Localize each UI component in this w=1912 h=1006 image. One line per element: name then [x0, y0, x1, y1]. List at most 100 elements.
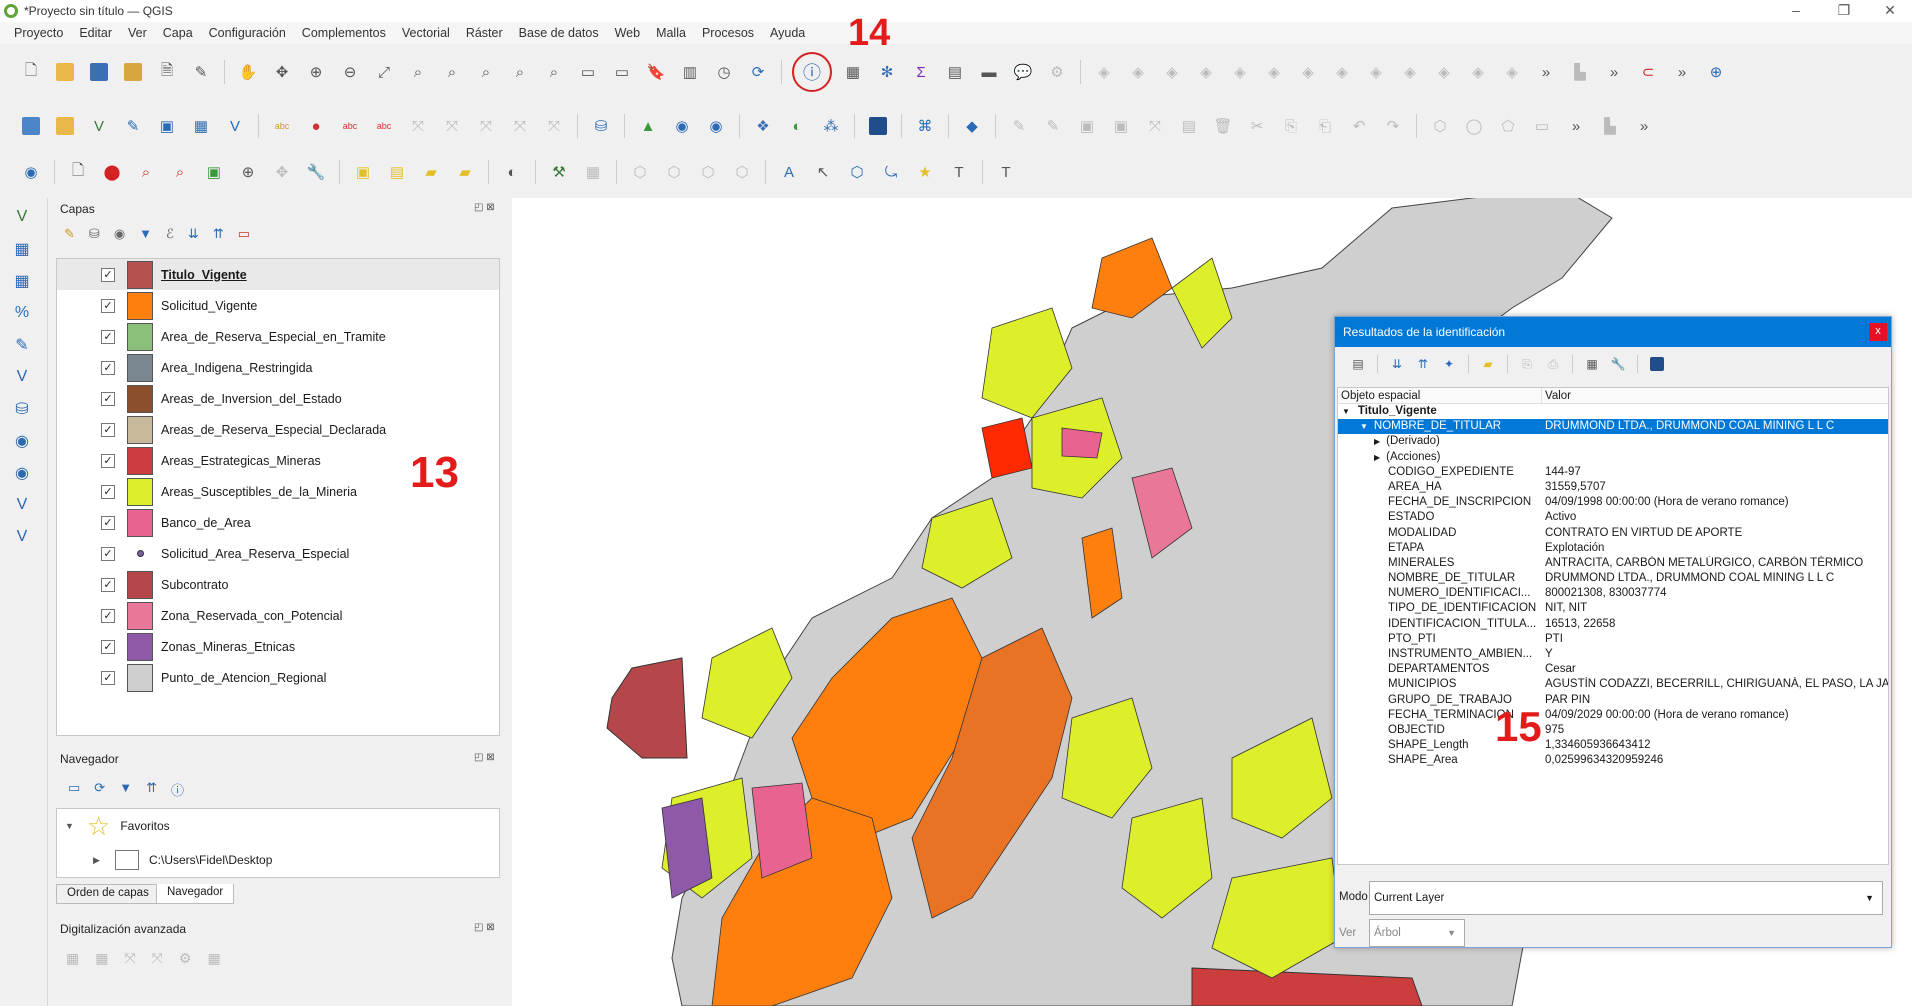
digitize-tool-9-icon[interactable]: ◈: [1363, 59, 1389, 85]
measure-icon[interactable]: ▬: [976, 59, 1002, 85]
layer-row[interactable]: ✓ Area_Indigena_Restringida: [57, 352, 499, 383]
globe-icon[interactable]: ⊕: [1703, 59, 1729, 85]
attribute-row[interactable]: SHAPE_Area 0,02599634320959246: [1338, 753, 1888, 768]
select-by-value-icon[interactable]: ▤: [384, 159, 410, 185]
add-wms-icon[interactable]: V: [222, 113, 248, 139]
python-console-icon[interactable]: ❖: [750, 113, 776, 139]
snap-tool-1-icon[interactable]: ⬡: [627, 159, 653, 185]
cad-floater-icon[interactable]: ▦: [207, 950, 220, 967]
print-icon[interactable]: ⎙: [1543, 354, 1563, 374]
add-mesh-icon[interactable]: ▦: [9, 268, 35, 294]
digitize-tool-7-icon[interactable]: ◈: [1295, 59, 1321, 85]
text-tool-icon[interactable]: A: [776, 159, 802, 185]
digitize-tool-11-icon[interactable]: ◈: [1431, 59, 1457, 85]
cad-perpendicular-icon[interactable]: ⤧: [152, 950, 163, 967]
attribute-row[interactable]: PTO_PTI PTI: [1338, 632, 1888, 647]
print-layout-icon[interactable]: 🗎: [154, 59, 180, 85]
minimize-button[interactable]: –: [1774, 0, 1818, 22]
add-vector-icon[interactable]: V: [9, 204, 35, 230]
snap-tool-2-icon[interactable]: ⬡: [661, 159, 687, 185]
bookmark-icon[interactable]: 🔖: [643, 59, 669, 85]
add-spatialite-icon[interactable]: ⛁: [9, 396, 35, 422]
select-icon[interactable]: ⚙: [1044, 59, 1070, 85]
map-tips-icon[interactable]: 💬: [1010, 59, 1036, 85]
add-gps-icon[interactable]: ✎: [9, 332, 35, 358]
layer-visibility-checkbox[interactable]: ✓: [101, 360, 115, 375]
digitize-tool-6-icon[interactable]: ◈: [1261, 59, 1287, 85]
zoom-layer-icon[interactable]: ⌕: [439, 59, 465, 85]
add-raster-icon[interactable]: ▦: [9, 236, 35, 262]
globe-browser-icon[interactable]: ◉: [18, 159, 44, 185]
cad-construct-icon[interactable]: ▦: [95, 950, 108, 967]
layer-visibility-checkbox[interactable]: ✓: [101, 453, 115, 468]
view-select[interactable]: Árbol ▼: [1369, 919, 1465, 947]
attribute-row[interactable]: CODIGO_EXPEDIENTE 144-97: [1338, 465, 1888, 480]
hammer-icon[interactable]: ⚒: [546, 159, 572, 185]
add-group-icon[interactable]: ⛁: [89, 226, 100, 242]
layer-visibility-checkbox[interactable]: ✓: [101, 608, 115, 623]
layer-visibility-checkbox[interactable]: ✓: [101, 515, 115, 530]
label-pin-icon[interactable]: abc: [337, 113, 363, 139]
open-project-icon[interactable]: [52, 59, 78, 85]
digitize-tool-13-icon[interactable]: ◈: [1499, 59, 1525, 85]
digitize-tool-5-icon[interactable]: ◈: [1227, 59, 1253, 85]
node-tool-icon[interactable]: ⬡: [844, 159, 870, 185]
collapsed-arrow-icon[interactable]: ▶: [93, 855, 115, 866]
layer-visibility-checkbox[interactable]: ✓: [101, 329, 115, 344]
layer-row[interactable]: ✓ Solicitud_Vigente: [57, 290, 499, 321]
tab-navigator[interactable]: Navegador: [156, 884, 235, 904]
edit-pencil-icon[interactable]: ✎: [1006, 113, 1032, 139]
snap-tool-4-icon[interactable]: ⬡: [729, 159, 755, 185]
data-source-manager-icon[interactable]: [18, 113, 44, 139]
close-window-button[interactable]: ✕: [1868, 0, 1912, 22]
select-mode-icon[interactable]: ▦: [1582, 354, 1602, 374]
digitize-tool-3-icon[interactable]: ◈: [1159, 59, 1185, 85]
layer-row[interactable]: ▼ Titulo_Vigente: [1338, 404, 1888, 419]
statistics-gear-icon[interactable]: ✻: [874, 59, 900, 85]
label-abc-icon[interactable]: abc: [269, 113, 295, 139]
show-bookmarks-icon[interactable]: ▥: [677, 59, 703, 85]
layer-row[interactable]: ✓ Punto_de_Atencion_Regional: [57, 662, 499, 693]
label-show-icon[interactable]: ⤧: [507, 113, 533, 139]
collapse-all-icon[interactable]: ⇈: [1413, 354, 1433, 374]
layer-row[interactable]: ✓ Solicitud_Area_Reserva_Especial: [57, 538, 499, 569]
pan-to-selection-icon[interactable]: ✥: [269, 59, 295, 85]
layer-visibility-checkbox[interactable]: ✓: [101, 546, 115, 561]
new-map-view-icon[interactable]: ▭: [575, 59, 601, 85]
layer-visibility-checkbox[interactable]: ✓: [101, 484, 115, 499]
label-history-icon[interactable]: ⤧: [541, 113, 567, 139]
properties-icon[interactable]: ⓘ: [171, 780, 184, 799]
temporal-icon[interactable]: ◷: [711, 59, 737, 85]
tree-item-favoritos[interactable]: ▼ ☆ Favoritos: [57, 809, 499, 843]
attribute-row[interactable]: AREA_HA 31559,5707: [1338, 480, 1888, 495]
zoom-native-icon[interactable]: ⌕: [473, 59, 499, 85]
collapsed-arrow-icon[interactable]: ▶: [1374, 453, 1380, 462]
wfs-globe-icon[interactable]: ◉: [703, 113, 729, 139]
style-manager-icon[interactable]: ✎: [188, 59, 214, 85]
save-as-icon[interactable]: [120, 59, 146, 85]
add-virtual-icon[interactable]: V: [9, 364, 35, 390]
expand-tree-icon[interactable]: ▤: [1348, 354, 1368, 374]
identify-features-icon[interactable]: ⓘ: [792, 52, 832, 92]
select-rect-icon[interactable]: ▣: [350, 159, 376, 185]
delete-icon[interactable]: 🗑: [1210, 113, 1236, 139]
save-edits-icon[interactable]: ▣: [1074, 113, 1100, 139]
menu-item[interactable]: Complementos: [294, 26, 394, 40]
menu-item[interactable]: Editar: [71, 26, 120, 40]
snap-tool-3-icon[interactable]: ⬡: [695, 159, 721, 185]
clear-results-icon[interactable]: ▰: [1478, 354, 1498, 374]
layer-visibility-checkbox[interactable]: ✓: [101, 267, 115, 282]
digitize-tool-1-icon[interactable]: ◈: [1091, 59, 1117, 85]
search-icon[interactable]: ⌕: [133, 159, 159, 185]
curve-tool-icon[interactable]: ⤿: [878, 159, 904, 185]
digitize-tool-10-icon[interactable]: ◈: [1397, 59, 1423, 85]
menu-item[interactable]: Vectorial: [394, 26, 458, 40]
pointer-icon[interactable]: ↖: [810, 159, 836, 185]
attribute-row[interactable]: MODALIDAD CONTRATO EN VIRTUD DE APORTE: [1338, 526, 1888, 541]
star-icon[interactable]: ★: [912, 159, 938, 185]
label-rotate-icon[interactable]: ⤧: [439, 113, 465, 139]
add-feature-icon[interactable]: ▣: [1108, 113, 1134, 139]
attribute-row[interactable]: MUNICIPIOS AGUSTÍN CODAZZI, BECERRILL, CH…: [1338, 677, 1888, 692]
shape-tool-1-icon[interactable]: ⬡: [1427, 113, 1453, 139]
layer-visibility-checkbox[interactable]: ✓: [101, 422, 115, 437]
